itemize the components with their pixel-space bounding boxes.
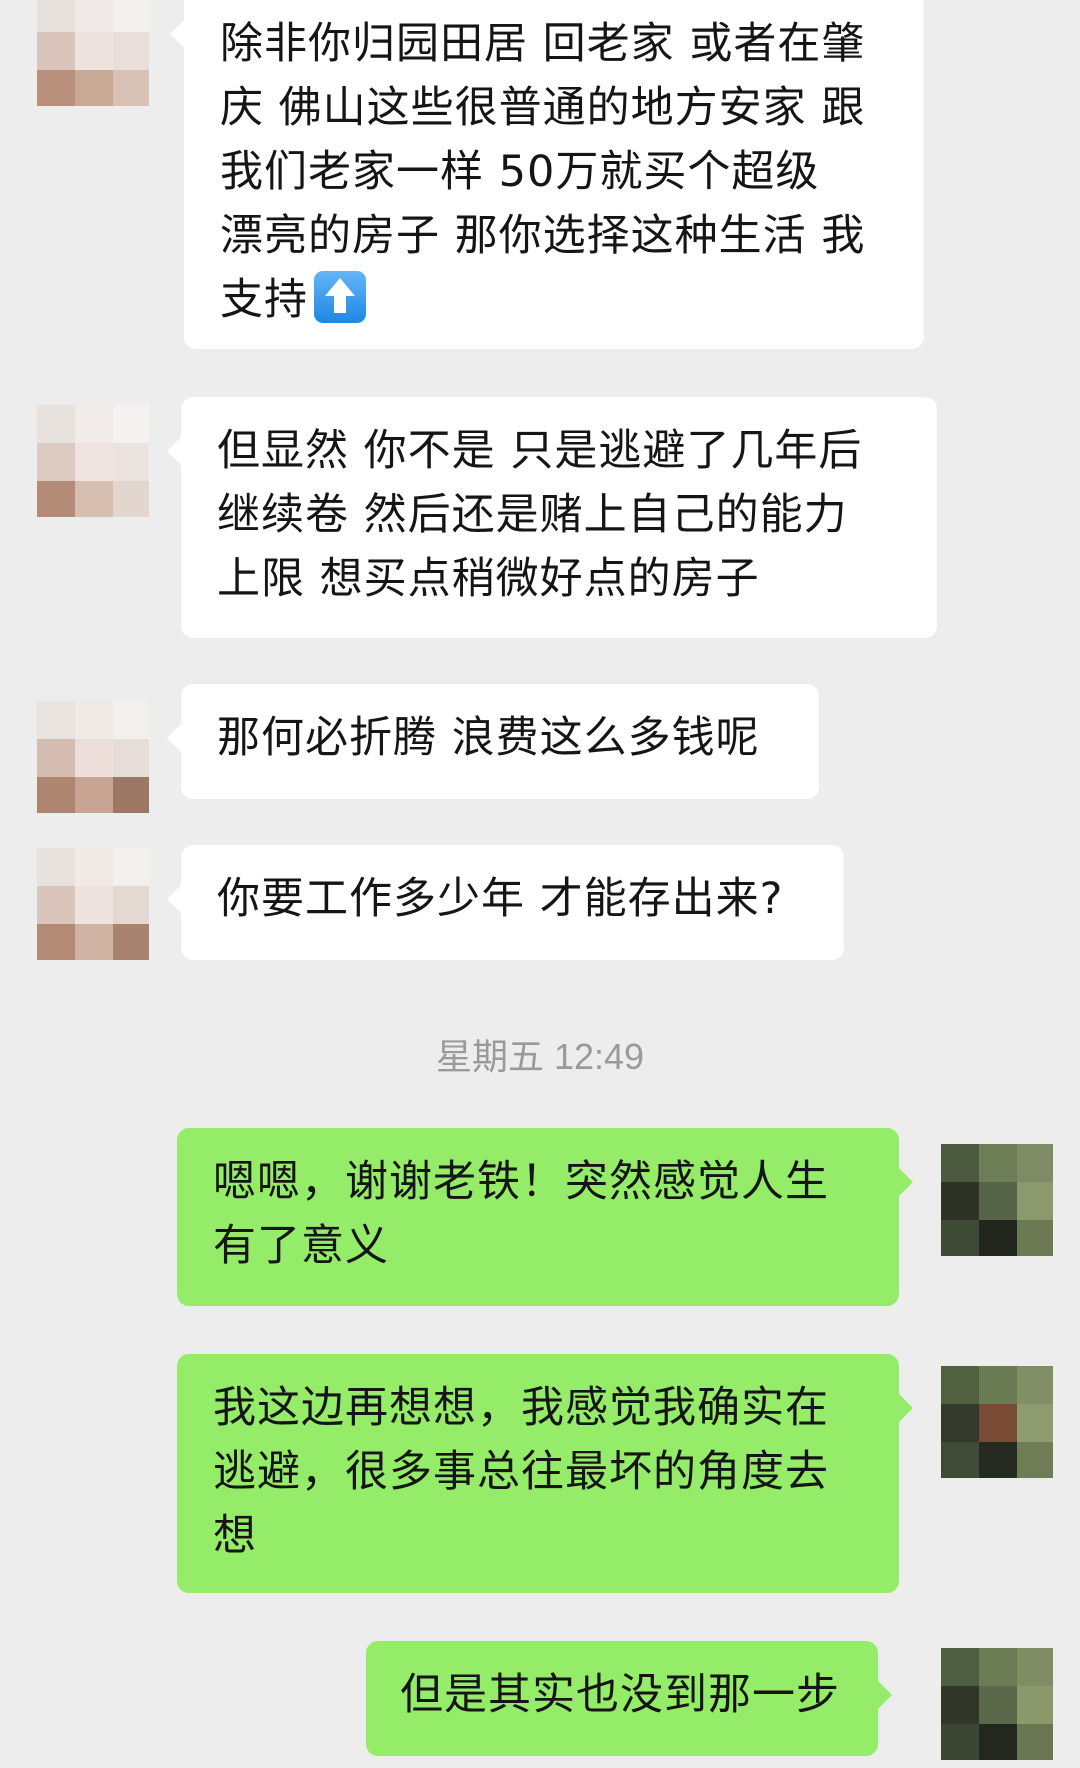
- message-line: 但是其实也没到那一步: [400, 1670, 840, 1720]
- message-line: 我这边再想想，我感觉我确实在: [213, 1383, 829, 1433]
- avatar[interactable]: [941, 1144, 1053, 1256]
- message-line: 继续卷 然后还是赌上自己的能力: [217, 490, 848, 540]
- avatar[interactable]: [941, 1648, 1053, 1760]
- message-line: 上限 想买点稍微好点的房子: [217, 554, 760, 604]
- message-line: 那何必折腾 浪费这么多钱呢: [217, 713, 760, 763]
- message-bubble[interactable]: 我这边再想想，我感觉我确实在 逃避，很多事总往最坏的角度去 想: [177, 1354, 913, 1593]
- message-bubble[interactable]: 你要工作多少年 才能存出来?: [167, 845, 844, 960]
- message-line: 除非你归园田居 回老家 或者在肇: [220, 19, 866, 69]
- message-line: 我们老家一样 50万就买个超级: [220, 147, 820, 197]
- message-line: 但显然 你不是 只是逃避了几年后: [217, 426, 863, 476]
- message-line: 你要工作多少年 才能存出来?: [217, 874, 784, 924]
- avatar[interactable]: [37, 405, 149, 517]
- message-line: 逃避，很多事总往最坏的角度去: [213, 1447, 829, 1497]
- message-bubble[interactable]: 除非你归园田居 回老家 或者在肇 庆 佛山这些很普通的地方安家 跟 我们老家一样…: [170, 0, 924, 349]
- avatar[interactable]: [37, 848, 149, 960]
- avatar[interactable]: [941, 1366, 1053, 1478]
- message-line: 庆 佛山这些很普通的地方安家 跟: [220, 83, 866, 133]
- timestamp: 星期五 12:49: [435, 1036, 645, 1077]
- message-bubble[interactable]: 但是其实也没到那一步: [366, 1641, 892, 1756]
- message-bubble[interactable]: 但显然 你不是 只是逃避了几年后 继续卷 然后还是赌上自己的能力 上限 想买点稍…: [167, 397, 937, 638]
- avatar[interactable]: [37, 701, 149, 813]
- message-bubble[interactable]: 那何必折腾 浪费这么多钱呢: [167, 684, 819, 799]
- message-line: 漂亮的房子 那你选择这种生活 我: [220, 211, 866, 261]
- avatar[interactable]: [37, 0, 149, 106]
- message-line: 有了意义: [213, 1221, 389, 1271]
- message-line: 支持: [220, 268, 888, 332]
- up-arrow-icon: [314, 271, 366, 323]
- message-bubble[interactable]: 嗯嗯，谢谢老铁！突然感觉人生 有了意义: [177, 1128, 913, 1306]
- message-line: 想: [213, 1511, 257, 1561]
- message-line: 嗯嗯，谢谢老铁！突然感觉人生: [213, 1157, 829, 1207]
